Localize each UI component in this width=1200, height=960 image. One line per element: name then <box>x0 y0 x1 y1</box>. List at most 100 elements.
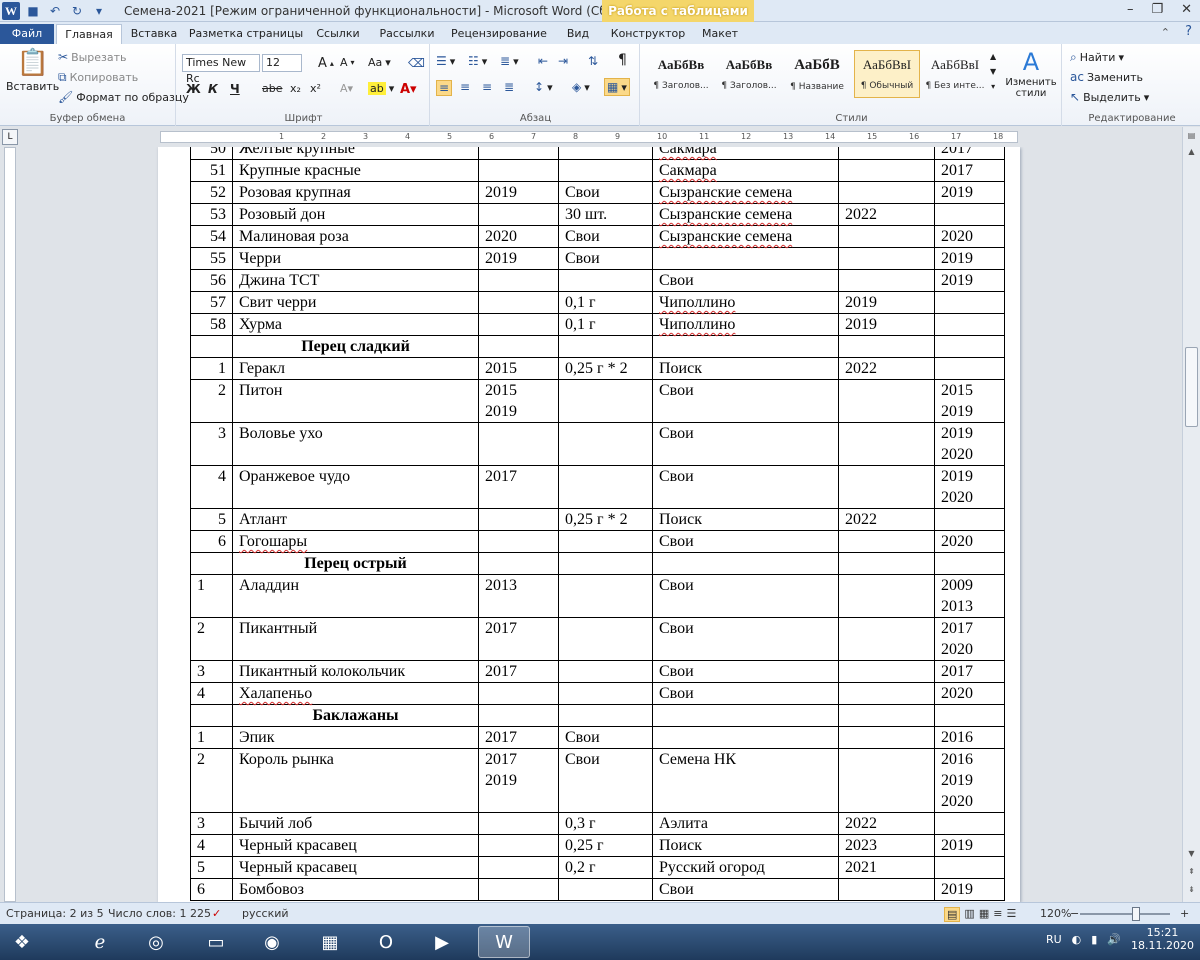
table-cell[interactable]: 2017 <box>934 660 1005 683</box>
table-cell[interactable]: 2020 <box>934 682 1005 705</box>
line-spacing-icon[interactable]: ↕ ▾ <box>534 80 553 94</box>
table-row[interactable]: 6 Гогошары Свои 2020 <box>190 530 1005 553</box>
word-taskbar-icon[interactable]: W <box>478 926 530 958</box>
table-cell[interactable]: Свои <box>558 247 653 270</box>
align-right-icon[interactable]: ≡ <box>482 80 492 94</box>
row-number-cell[interactable]: 4 <box>190 682 233 705</box>
table-cell[interactable]: 2021 <box>838 856 935 879</box>
table-cell[interactable] <box>558 574 653 618</box>
print-layout-icon[interactable]: ▤ <box>944 907 961 922</box>
row-number-cell[interactable]: 5 <box>190 856 233 879</box>
table-cell[interactable]: Король рынка <box>232 748 479 813</box>
table-cell[interactable]: Свои <box>652 878 839 901</box>
table-cell[interactable]: 2017 <box>478 465 559 509</box>
table-cell[interactable]: Сызранские семена <box>652 203 839 226</box>
table-cell[interactable]: 2015 2019 <box>934 379 1005 423</box>
table-cell[interactable]: 2017 <box>478 726 559 749</box>
table-cell[interactable] <box>478 878 559 901</box>
table-cell[interactable]: Геракл <box>232 357 479 380</box>
zoom-level[interactable]: 120% <box>1040 907 1071 920</box>
grow-font-button[interactable]: A ▴ <box>318 56 334 71</box>
table-cell[interactable] <box>558 147 653 160</box>
undo-icon[interactable]: ↶ <box>46 2 64 20</box>
table-cell[interactable]: 2019 2020 <box>934 465 1005 509</box>
table-cell[interactable]: Чиполлино <box>652 313 839 336</box>
chrome-icon[interactable]: ◉ <box>246 926 298 958</box>
table-cell[interactable]: 2019 <box>934 181 1005 204</box>
bold-button[interactable]: Ж <box>186 82 201 96</box>
table-cell[interactable]: Розовая крупная <box>232 181 479 204</box>
table-cell[interactable] <box>558 682 653 705</box>
table-row[interactable]: 53 Розовый дон 30 шт. Сызранские семена 2022 <box>190 203 1005 226</box>
table-cell[interactable] <box>478 203 559 226</box>
table-cell[interactable] <box>478 147 559 160</box>
vertical-scrollbar[interactable]: ▤ ▲ ▼ ⇞ ⇟ <box>1182 127 1200 902</box>
table-cell[interactable]: Желтые крупные <box>232 147 479 160</box>
table-row[interactable]: 6 Бомбовоз Свои 2019 <box>190 878 1005 901</box>
justify-icon[interactable]: ≣ <box>504 80 514 94</box>
table-cell[interactable]: 0,3 г <box>558 812 653 835</box>
table-row[interactable]: 2 Пикантный 2017 Свои 2017 2020 <box>190 617 1005 661</box>
increase-indent-icon[interactable]: ⇥ <box>558 54 568 68</box>
table-cell[interactable] <box>838 335 935 358</box>
table-cell[interactable]: Свои <box>652 269 839 292</box>
paste-button[interactable]: 📋 Вставить <box>6 48 59 93</box>
change-styles-button[interactable]: A Изменить стили <box>1004 48 1058 99</box>
table-cell[interactable]: 2017 <box>934 147 1005 160</box>
table-cell[interactable]: Свит черри <box>232 291 479 314</box>
bullets-icon[interactable]: ☰ ▾ <box>436 54 455 68</box>
change-case-button[interactable]: Аа ▾ <box>368 56 391 69</box>
table-row[interactable]: 2 Питон 2015 2019 Свои 2015 2019 <box>190 379 1005 423</box>
align-center-icon[interactable]: ≡ <box>460 80 470 94</box>
table-cell[interactable]: 2020 <box>934 225 1005 248</box>
text-effects-icon[interactable]: A▾ <box>340 82 353 95</box>
table-cell[interactable]: 2016 2019 2020 <box>934 748 1005 813</box>
table-cell[interactable]: 2015 2019 <box>478 379 559 423</box>
table-cell[interactable] <box>838 530 935 553</box>
row-number-cell[interactable]: 3 <box>190 812 233 835</box>
table-cell[interactable]: Свои <box>652 379 839 423</box>
table-cell[interactable]: 0,25 г * 2 <box>558 508 653 531</box>
table-cell[interactable]: 0,1 г <box>558 313 653 336</box>
table-row[interactable]: 5 Атлант 0,25 г * 2 Поиск 2022 <box>190 508 1005 531</box>
table-cell[interactable] <box>478 812 559 835</box>
style-no-spacing[interactable]: АаБбВвI ¶ Без инте... <box>922 50 988 98</box>
scroll-thumb[interactable] <box>1185 347 1198 427</box>
underline-button[interactable]: Ч <box>230 82 240 96</box>
table-cell[interactable]: Свои <box>652 422 839 466</box>
multilevel-list-icon[interactable]: ≣ ▾ <box>500 54 519 68</box>
seed-table[interactable]: 50 Желтые крупные Сакмара 2017 51 Крупные кра… <box>190 147 1005 901</box>
table-cell[interactable]: Русский огород <box>652 856 839 879</box>
table-cell[interactable] <box>558 552 653 575</box>
table-cell[interactable]: 2017 <box>478 660 559 683</box>
table-cell[interactable] <box>838 247 935 270</box>
redo-icon[interactable]: ↻ <box>68 2 86 20</box>
chromium-icon[interactable]: ◎ <box>130 926 182 958</box>
tab-mailings[interactable]: Рассылки <box>372 24 442 44</box>
reading-view-icon[interactable]: ▥ <box>964 907 974 922</box>
table-cell[interactable]: 2019 <box>478 181 559 204</box>
table-cell[interactable]: Пикантный колокольчик <box>232 660 479 683</box>
table-cell[interactable] <box>838 617 935 661</box>
sort-icon[interactable]: ⇅ <box>588 54 598 68</box>
table-row[interactable]: 50 Желтые крупные Сакмара 2017 <box>190 147 1005 160</box>
volume-icon[interactable]: 🔊 <box>1107 933 1121 946</box>
table-cell[interactable] <box>558 422 653 466</box>
row-number-cell[interactable]: 57 <box>190 291 233 314</box>
word-logo-icon[interactable]: W <box>2 2 20 20</box>
style-title[interactable]: АаБбВ ¶ Название <box>784 50 850 98</box>
table-cell[interactable] <box>934 856 1005 879</box>
row-number-cell[interactable]: 53 <box>190 203 233 226</box>
start-button-icon[interactable]: ❖ <box>0 926 44 958</box>
row-number-cell[interactable]: 6 <box>190 530 233 553</box>
save-icon[interactable]: ■ <box>24 2 42 20</box>
table-cell[interactable] <box>558 159 653 182</box>
table-cell[interactable]: Свои <box>652 617 839 661</box>
table-cell[interactable]: Бомбовоз <box>232 878 479 901</box>
table-cell[interactable] <box>838 726 935 749</box>
table-row[interactable]: Перец острый <box>190 552 1005 575</box>
zoom-in-icon[interactable]: + <box>1180 907 1189 920</box>
opera-icon[interactable]: O <box>360 926 412 958</box>
row-number-cell[interactable]: 58 <box>190 313 233 336</box>
section-header[interactable]: Баклажаны <box>232 704 479 727</box>
